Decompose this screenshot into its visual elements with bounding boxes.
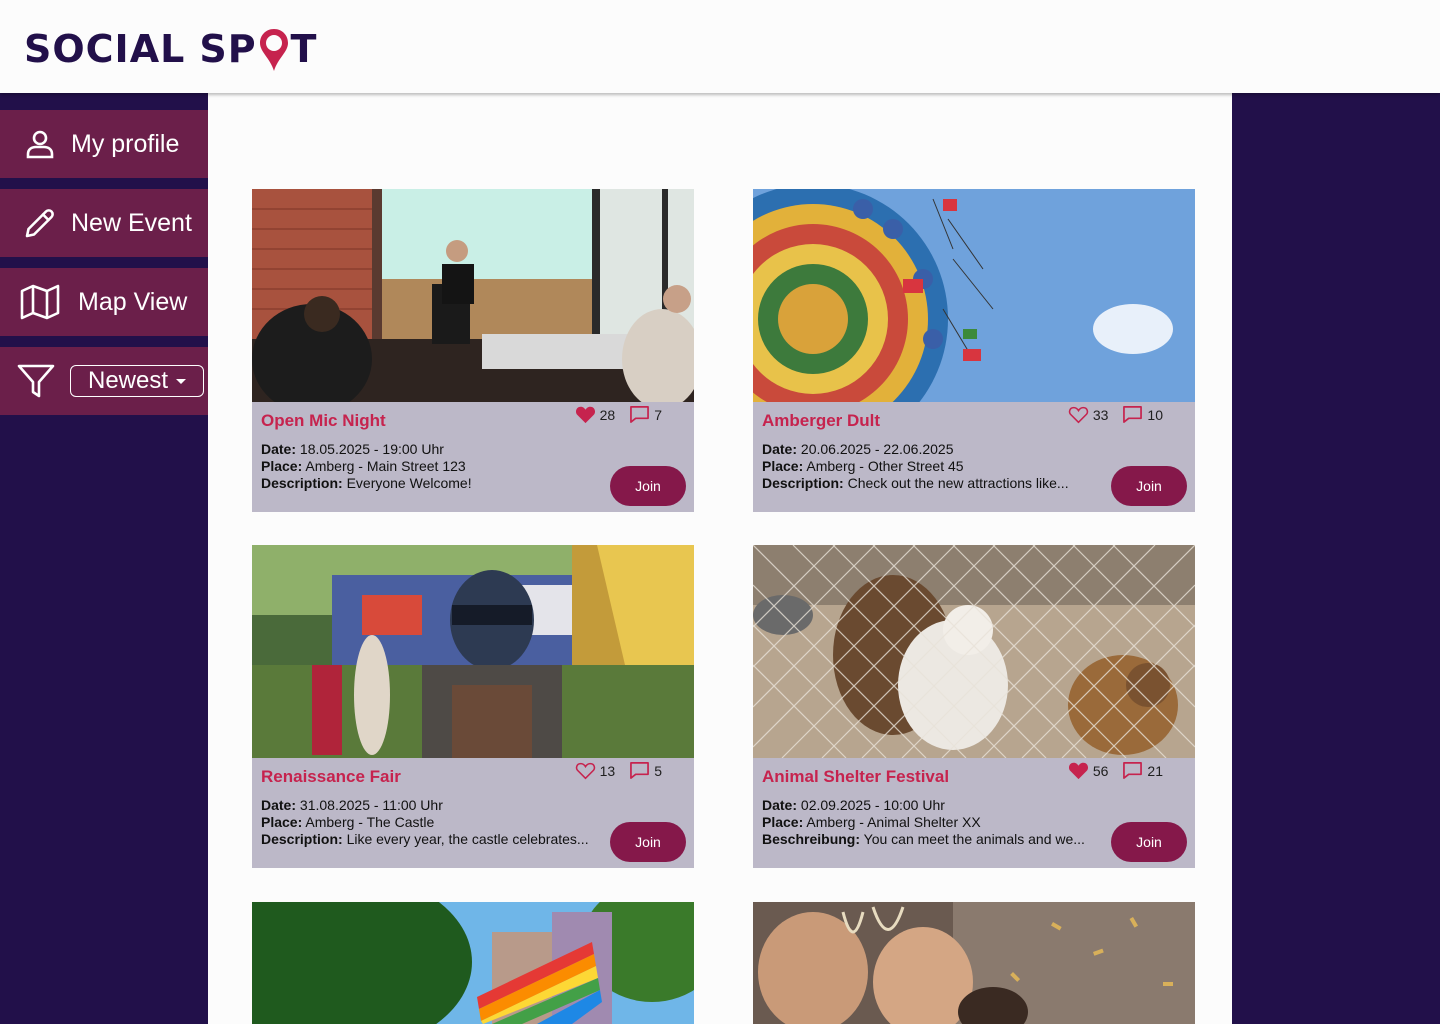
comment-icon [630, 406, 650, 423]
date-label: Date: [261, 797, 297, 813]
comment-button[interactable]: 21 [1122, 761, 1163, 780]
event-date: 20.06.2025 - 22.06.2025 [800, 441, 954, 457]
event-place: Amberg - Animal Shelter XX [806, 814, 981, 830]
join-button[interactable]: Join [610, 466, 686, 506]
event-stats: 28 7 [575, 405, 662, 424]
logo-text-sp: SP [199, 27, 257, 71]
event-image-celebration[interactable] [753, 902, 1195, 1024]
event-place: Amberg - Other Street 45 [806, 458, 964, 474]
heart-filled-icon [1068, 762, 1088, 780]
map-view-label: Map View [78, 287, 188, 316]
heart-filled-icon [575, 406, 595, 424]
heart-outline-icon [1068, 406, 1089, 424]
date-label: Date: [762, 441, 798, 457]
event-date: 31.08.2025 - 11:00 Uhr [299, 797, 443, 813]
like-count: 56 [1092, 762, 1109, 779]
sidebar: My profile New Event Map View Newest [0, 93, 208, 1024]
event-image-pride[interactable] [252, 902, 694, 1024]
date-label: Date: [261, 441, 297, 457]
event-details: Date: 02.09.2025 - 10:00 Uhr Place: Ambe… [762, 797, 1085, 848]
comment-count: 7 [654, 406, 662, 423]
event-date: 02.09.2025 - 10:00 Uhr [800, 797, 945, 813]
top-bar: SOCIAL SP T [0, 0, 1440, 93]
comment-icon [630, 762, 650, 779]
event-feed: Open Mic Night 28 7 Date: 18.05.2025 - 1… [208, 93, 1232, 1024]
event-stats: 56 21 [1068, 761, 1163, 780]
event-description: Like every year, the castle celebrates..… [346, 831, 589, 847]
event-description: Check out the new attractions like... [847, 475, 1069, 491]
date-label: Date: [762, 797, 798, 813]
description-label: Description: [762, 475, 844, 491]
comment-button[interactable]: 5 [629, 761, 662, 780]
event-stats: 33 10 [1068, 405, 1163, 424]
like-button[interactable]: 28 [575, 405, 616, 424]
event-stats: 13 5 [575, 761, 662, 780]
place-label: Place: [261, 814, 303, 830]
description-label: Beschreibung: [762, 831, 861, 847]
new-event-button[interactable]: New Event [0, 189, 208, 257]
place-label: Place: [762, 814, 804, 830]
event-title[interactable]: Renaissance Fair [261, 767, 401, 787]
place-label: Place: [261, 458, 303, 474]
sort-dropdown[interactable]: Newest [70, 365, 204, 397]
pencil-icon [20, 203, 60, 243]
my-profile-button[interactable]: My profile [0, 110, 208, 178]
event-description: You can meet the animals and we... [863, 831, 1085, 847]
place-label: Place: [762, 458, 804, 474]
comment-icon [1123, 406, 1143, 423]
event-date: 18.05.2025 - 19:00 Uhr [299, 441, 444, 457]
like-button[interactable]: 33 [1068, 405, 1109, 424]
like-count: 13 [599, 762, 616, 779]
event-details: Date: 20.06.2025 - 22.06.2025 Place: Amb… [762, 441, 1069, 492]
join-button[interactable]: Join [1111, 466, 1187, 506]
event-image-animal-shelter[interactable] [753, 545, 1195, 758]
comment-count: 21 [1147, 762, 1163, 779]
logo-text-social: SOCIAL [24, 27, 186, 71]
comment-icon [1123, 762, 1143, 779]
caret-down-icon [176, 378, 187, 384]
social-spot-logo[interactable]: SOCIAL SP T [24, 24, 317, 74]
event-details: Date: 18.05.2025 - 19:00 Uhr Place: Ambe… [261, 441, 472, 492]
heart-outline-icon [575, 762, 595, 780]
event-image-open-mic[interactable] [252, 189, 694, 402]
map-view-button[interactable]: Map View [0, 268, 208, 336]
event-card: Amberger Dult 33 10 Date: 20.06.2025 - 2… [753, 189, 1195, 512]
comment-count: 10 [1147, 406, 1163, 423]
like-button[interactable]: 56 [1068, 761, 1109, 780]
comment-count: 5 [654, 762, 662, 779]
event-place: Amberg - Main Street 123 [305, 458, 466, 474]
event-card: Open Mic Night 28 7 Date: 18.05.2025 - 1… [252, 189, 694, 512]
like-count: 33 [1092, 406, 1109, 423]
event-details: Date: 31.08.2025 - 11:00 Uhr Place: Ambe… [261, 797, 589, 848]
sort-selected-value: Newest [87, 367, 169, 394]
my-profile-label: My profile [71, 129, 180, 158]
event-card [252, 902, 694, 1024]
logo-text-t: T [290, 27, 318, 71]
join-button[interactable]: Join [1111, 822, 1187, 862]
person-icon [20, 124, 60, 164]
location-pin-icon [258, 27, 290, 71]
comment-button[interactable]: 10 [1122, 405, 1163, 424]
filter-bar: Newest [0, 347, 208, 415]
description-label: Description: [261, 831, 343, 847]
map-icon [20, 282, 60, 322]
join-button[interactable]: Join [610, 822, 686, 862]
like-button[interactable]: 13 [575, 761, 616, 780]
event-image-amberger-dult[interactable] [753, 189, 1195, 402]
event-card: Animal Shelter Festival 56 21 Date: 02.0… [753, 545, 1195, 868]
event-title[interactable]: Animal Shelter Festival [762, 767, 949, 787]
filter-icon[interactable] [16, 361, 56, 401]
event-place: Amberg - The Castle [305, 814, 435, 830]
comment-button[interactable]: 7 [629, 405, 662, 424]
event-title[interactable]: Open Mic Night [261, 411, 386, 431]
event-card: Renaissance Fair 13 5 Date: 31.08.2025 -… [252, 545, 694, 868]
like-count: 28 [599, 406, 616, 423]
description-label: Description: [261, 475, 343, 491]
event-title[interactable]: Amberger Dult [762, 411, 880, 431]
event-image-renaissance-fair[interactable] [252, 545, 694, 758]
right-background [1232, 93, 1440, 1024]
event-card [753, 902, 1195, 1024]
new-event-label: New Event [71, 208, 192, 237]
event-description: Everyone Welcome! [346, 475, 472, 491]
